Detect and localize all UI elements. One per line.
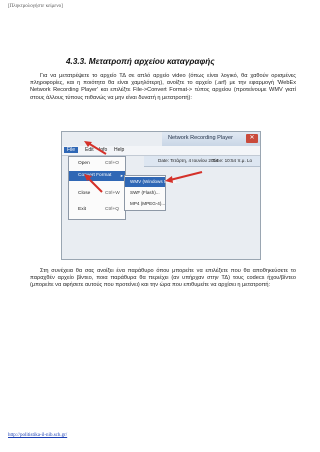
arrow-file-annotation <box>87 142 107 155</box>
convert-format-screenshot: Network Recording Player ✕ File Edit Inf… <box>61 131 261 260</box>
annotation-arrows <box>84 141 203 193</box>
header-note: [Πληκτρολογήστε κείμενο] <box>8 4 63 9</box>
footer-link[interactable]: http://politistika-il-nib.sch.gr/ <box>8 433 67 438</box>
paragraph-intro: Για να μετατρέψετε το αρχείο ΤΔ σε απλό … <box>30 73 296 102</box>
paragraph-followup-text: Στη συνέχεια θα σας ανοίξει ένα παράθυρο… <box>30 268 296 289</box>
arrow-convert-annotation <box>87 177 103 193</box>
section-title: 4.3.3. Μετατροπή αρχείου καταγραφής <box>66 57 215 66</box>
paragraph-intro-text: Για να μετατρέψετε το αρχείο ΤΔ σε απλό … <box>30 73 296 101</box>
arrow-wmv-annotation <box>169 171 203 181</box>
arrow-wmv-annotation-head <box>165 176 173 183</box>
paragraph-followup: Στη συνέχεια θα σας ανοίξει ένα παράθυρο… <box>30 268 296 290</box>
